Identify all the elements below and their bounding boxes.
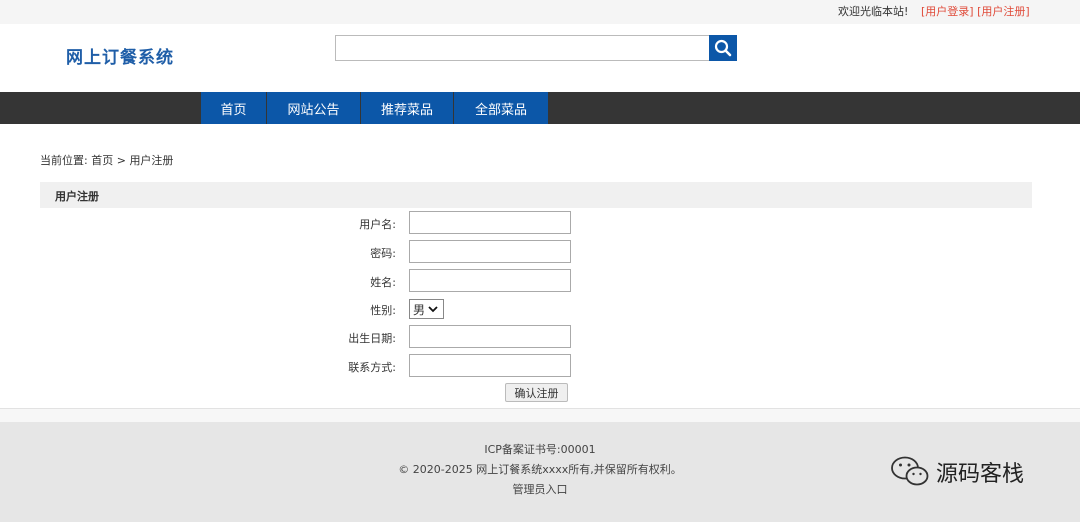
nav-item-home[interactable]: 首页 <box>201 92 266 124</box>
breadcrumb-current: 用户注册 <box>129 154 174 167</box>
breadcrumb-prefix: 当前位置: <box>40 154 88 167</box>
username-label: 用户名: <box>359 218 396 231</box>
register-link[interactable]: [用户注册] <box>977 5 1030 18</box>
gender-selected-value: 男 <box>413 302 426 317</box>
contact-label: 联系方式: <box>348 361 396 374</box>
section-header: 用户注册 <box>40 182 1032 208</box>
footer-separator <box>0 408 1080 422</box>
site-header: 网上订餐系统 <box>0 24 1080 92</box>
search-input[interactable] <box>335 35 709 61</box>
password-field[interactable] <box>409 240 571 263</box>
realname-row: 姓名: <box>0 269 1080 292</box>
search-icon <box>714 39 732 57</box>
nav-item-recommended[interactable]: 推荐菜品 <box>361 92 453 124</box>
wechat-icon <box>891 456 929 486</box>
gender-select[interactable]: 男 <box>409 299 444 319</box>
auth-links: [用户登录] [用户注册] <box>921 3 1030 19</box>
main-nav: 首页 网站公告 推荐菜品 全部菜品 <box>0 92 1080 124</box>
breadcrumb-separator: > <box>116 154 126 167</box>
section-title: 用户注册 <box>55 190 99 203</box>
login-link[interactable]: [用户登录] <box>921 5 974 18</box>
realname-field[interactable] <box>409 269 571 292</box>
welcome-text: 欢迎光临本站! <box>838 5 909 18</box>
birthday-label: 出生日期: <box>348 332 396 345</box>
nav-item-all-dishes[interactable]: 全部菜品 <box>454 92 548 124</box>
submit-register-button[interactable]: 确认注册 <box>505 383 568 402</box>
contact-field[interactable] <box>409 354 571 377</box>
admin-entry-link[interactable]: 管理员入口 <box>513 483 568 496</box>
password-label: 密码: <box>370 247 396 260</box>
chevron-down-icon <box>428 306 438 313</box>
username-field[interactable] <box>409 211 571 234</box>
gender-row: 性别: 男 <box>0 297 1080 320</box>
birthday-field[interactable] <box>409 325 571 348</box>
contact-row: 联系方式: <box>0 354 1080 377</box>
gender-label: 性别: <box>370 304 396 317</box>
password-row: 密码: <box>0 240 1080 263</box>
search-button[interactable] <box>709 35 737 61</box>
breadcrumb: 当前位置: 首页 > 用户注册 <box>40 152 173 168</box>
site-logo[interactable]: 网上订餐系统 <box>66 43 174 68</box>
breadcrumb-home-link[interactable]: 首页 <box>91 154 113 167</box>
top-bar: 欢迎光临本站! [用户登录] [用户注册] <box>0 0 1080 24</box>
watermark-text: 源码客栈 <box>936 462 1025 487</box>
nav-item-announcements[interactable]: 网站公告 <box>267 92 360 124</box>
watermark: 源码客栈 <box>890 455 1024 489</box>
birthday-row: 出生日期: <box>0 325 1080 348</box>
realname-label: 姓名: <box>370 276 396 289</box>
username-row: 用户名: <box>0 211 1080 234</box>
